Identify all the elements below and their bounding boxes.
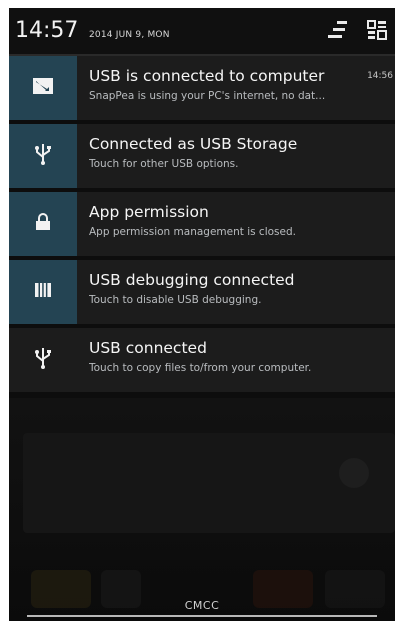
notification-title: Connected as USB Storage [89, 135, 298, 153]
notification-time: 14:56 [367, 71, 393, 81]
notification-icon-tile [9, 328, 77, 392]
header-icons [327, 20, 387, 44]
notification-title: App permission [89, 203, 209, 221]
notification-usb-storage[interactable]: Connected as USB Storage Touch for other… [9, 124, 395, 188]
clock-time: 14:57 [15, 18, 79, 43]
notification-icon-tile [9, 124, 77, 188]
drag-handle[interactable] [27, 615, 377, 617]
usb-icon [35, 143, 51, 169]
notification-usb-connected[interactable]: USB connected Touch to copy files to/fro… [9, 328, 395, 392]
notification-subtitle: App permission management is closed. [89, 226, 296, 238]
home-widget-dot [339, 458, 369, 488]
grid-settings-icon[interactable] [367, 20, 387, 44]
notification-subtitle: SnapPea is using your PC's internet, no … [89, 90, 326, 102]
notification-usb-internet[interactable]: USB is connected to computer SnapPea is … [9, 56, 395, 120]
notification-app-permission[interactable]: App permission App permission management… [9, 192, 395, 256]
phone-screen: 14:57 2014 JUN 9, MON USB is connected t… [9, 8, 395, 621]
notification-title: USB connected [89, 339, 207, 357]
notification-icon-tile [9, 260, 77, 324]
home-widget-shadow [23, 433, 395, 533]
carrier-label: CMCC [184, 599, 220, 612]
notification-icon-tile [9, 56, 77, 120]
display-icon [32, 77, 54, 99]
quick-settings-toggle-icon[interactable] [327, 20, 349, 44]
notification-subtitle: Touch to copy files to/from your compute… [89, 362, 312, 374]
notification-title: USB debugging connected [89, 271, 295, 289]
notification-subtitle: Touch for other USB options. [89, 158, 239, 170]
usb-debugging-icon [34, 281, 52, 303]
clock-date: 2014 JUN 9, MON [89, 30, 170, 40]
lock-icon [35, 213, 51, 235]
usb-icon [35, 347, 51, 373]
notification-icon-tile [9, 192, 77, 256]
notification-title: USB is connected to computer [89, 67, 325, 85]
notification-usb-debugging[interactable]: USB debugging connected Touch to disable… [9, 260, 395, 324]
notification-subtitle: Touch to disable USB debugging. [89, 294, 262, 306]
notification-list: USB is connected to computer SnapPea is … [9, 56, 395, 396]
notification-header: 14:57 2014 JUN 9, MON [9, 8, 395, 54]
